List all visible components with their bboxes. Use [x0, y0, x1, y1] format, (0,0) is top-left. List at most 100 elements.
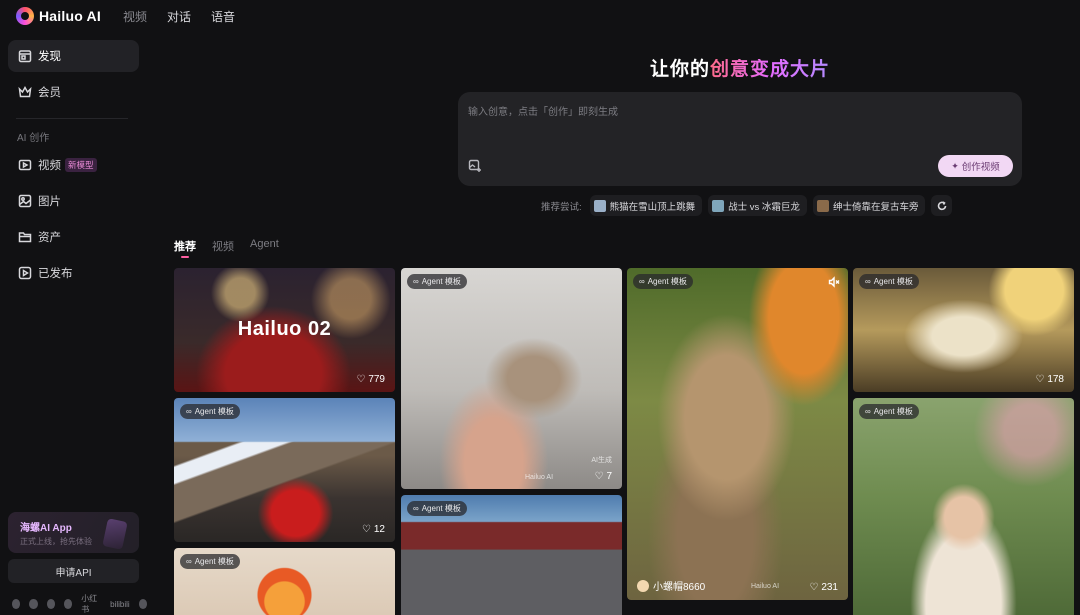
suggestion-thumb: [816, 199, 829, 212]
refresh-icon: [937, 200, 947, 210]
agent-template-label: Agent 模板: [194, 557, 234, 566]
sidebar-section-title: AI 创作: [17, 133, 50, 144]
hailuo-logo-icon: [16, 7, 34, 25]
sidebar-item-image[interactable]: 图片: [8, 185, 139, 217]
heart-icon: ♡: [356, 374, 366, 385]
agent-template-label: Agent 模板: [194, 407, 234, 416]
video-icon: [18, 159, 32, 171]
tab-recommended[interactable]: 推荐: [174, 238, 196, 258]
suggestion-label: 推荐尝试:: [541, 201, 582, 213]
publish-icon: [18, 266, 32, 280]
like-count[interactable]: ♡ 779: [356, 374, 385, 385]
card-title-text: Hailuo 02: [237, 318, 332, 340]
agent-template-label: Agent 模板: [421, 277, 461, 286]
gallery-card-mountain-car[interactable]: ∞ Agent 模板 ♡ 12: [174, 398, 395, 542]
crown-icon: [18, 85, 32, 98]
bilibili-link[interactable]: bilibili: [110, 600, 130, 609]
suggestion-text: 绅士倚靠在复古车旁: [832, 201, 919, 213]
sidebar: 发现 会员 AI 创作 视频 新模型 图片 资产 已发布 海螺AI App 正式…: [0, 32, 147, 615]
app-promo-card[interactable]: 海螺AI App 正式上线，抢先体验: [8, 512, 139, 553]
phone-icon: [102, 518, 128, 550]
folder-icon: [18, 232, 32, 243]
like-count-value: 779: [368, 374, 385, 385]
sidebar-divider: [16, 118, 128, 119]
topnav-video[interactable]: 视频: [123, 8, 147, 25]
sidebar-item-label: 会员: [38, 87, 61, 99]
gallery-card-deer[interactable]: ∞ Agent 模板 ♡ 178: [853, 268, 1074, 392]
like-count-value: 178: [1047, 374, 1064, 385]
sidebar-item-assets[interactable]: 资产: [8, 221, 139, 253]
suggestion-chip[interactable]: 战士 vs 冰霜巨龙: [708, 195, 807, 216]
mute-button[interactable]: [828, 275, 840, 288]
gallery-card-hailuo02[interactable]: Hailuo 02 ♡ 779: [174, 268, 395, 392]
sparkle-icon: ✦: [951, 160, 959, 171]
xiaohongshu-link[interactable]: 小红书: [81, 593, 101, 615]
menu-icon[interactable]: [138, 599, 147, 609]
like-count-value: 231: [821, 582, 838, 593]
suggestion-thumb: [593, 199, 606, 212]
topnav-voice[interactable]: 语音: [211, 8, 235, 25]
heart-icon: ♡: [594, 471, 604, 482]
create-video-button[interactable]: ✦ 创作视频: [938, 155, 1013, 177]
hailuo-watermark: Hailuo AI: [751, 583, 780, 590]
tab-agent[interactable]: Agent: [250, 238, 279, 254]
link-icon: ∞: [413, 277, 419, 286]
agent-template-label: Agent 模板: [647, 277, 687, 286]
brand-logo[interactable]: Hailuo AI: [16, 7, 101, 25]
suggestion-chip[interactable]: 绅士倚靠在复古车旁: [812, 195, 926, 216]
hero-title-plain: 让你的: [649, 59, 710, 80]
gallery-card-boy[interactable]: ∞ Agent 模板: [853, 398, 1074, 615]
agent-template-label: Agent 模板: [873, 407, 913, 416]
wechat-icon[interactable]: [12, 599, 21, 609]
suggestion-row: 推荐尝试: 熊猫在雪山顶上跳舞 战士 vs 冰霜巨龙 绅士倚靠在复古车旁: [541, 195, 953, 216]
apply-api-button[interactable]: 申请API: [8, 559, 139, 583]
gallery-card-cat-tiger[interactable]: ∞ Agent 模板 小螺帽8660 Hailuo AI ♡ 231: [627, 268, 848, 600]
like-count-value: 12: [373, 524, 385, 535]
hero-title: 让你的创意变成大片: [0, 54, 1080, 81]
social-links: 小红书 bilibili: [12, 593, 147, 615]
sidebar-item-label: 图片: [38, 196, 61, 208]
sidebar-item-video[interactable]: 视频 新模型: [8, 149, 139, 181]
tab-video[interactable]: 视频: [212, 238, 234, 254]
new-model-badge: 新模型: [65, 158, 97, 172]
refresh-suggestions-button[interactable]: [931, 195, 953, 216]
hero-title-highlight: 创意变成大片: [710, 59, 831, 80]
top-bar: Hailuo AI 视频 对话 语音: [0, 0, 1080, 32]
hailuo-watermark: Hailuo AI: [525, 474, 554, 481]
agent-template-badge: ∞ Agent 模板: [407, 274, 467, 289]
like-count[interactable]: ♡ 178: [1035, 374, 1064, 385]
gallery-card-race-car[interactable]: ∞ Agent 模板: [401, 495, 622, 615]
sidebar-item-published[interactable]: 已发布: [8, 257, 139, 289]
like-count[interactable]: ♡ 7: [594, 471, 612, 482]
brand-name: Hailuo AI: [39, 8, 101, 24]
agent-template-badge: ∞ Agent 模板: [180, 404, 240, 419]
agent-template-badge: ∞ Agent 模板: [407, 501, 467, 516]
topnav-chat[interactable]: 对话: [167, 8, 191, 25]
agent-template-badge: ∞ Agent 模板: [633, 274, 693, 289]
image-add-icon: [468, 159, 481, 172]
vimeo-icon[interactable]: [46, 599, 55, 609]
avatar: [637, 579, 649, 592]
suggestion-text: 熊猫在雪山顶上跳舞: [609, 201, 696, 213]
weibo-icon[interactable]: [29, 599, 38, 609]
gallery-card-doll[interactable]: ∞ Agent 模板: [174, 548, 395, 615]
agent-template-badge: ∞ Agent 模板: [859, 274, 919, 289]
tiktok-icon[interactable]: [63, 599, 73, 609]
link-icon: ∞: [865, 407, 871, 416]
link-icon: ∞: [186, 557, 192, 566]
heart-icon: ♡: [1035, 374, 1045, 385]
app-promo-title: 海螺AI App: [20, 523, 72, 534]
top-nav: 视频 对话 语音: [123, 8, 235, 25]
link-icon: ∞: [865, 277, 871, 286]
heart-icon: ♡: [361, 524, 371, 535]
like-count[interactable]: ♡ 12: [362, 524, 385, 535]
image-upload-button[interactable]: [468, 159, 482, 173]
agent-template-badge: ∞ Agent 模板: [180, 554, 240, 569]
suggestion-thumb: [712, 199, 725, 212]
gallery-card-kitten[interactable]: ∞ Agent 模板 AI生成 Hailuo AI ♡ 7: [401, 268, 622, 489]
prompt-input[interactable]: [468, 102, 1008, 122]
suggestion-chip[interactable]: 熊猫在雪山顶上跳舞: [589, 195, 703, 216]
like-count[interactable]: ♡ 231: [809, 582, 838, 593]
author-name: 小螺帽8660: [653, 582, 706, 593]
author-info[interactable]: 小螺帽8660: [637, 578, 705, 593]
